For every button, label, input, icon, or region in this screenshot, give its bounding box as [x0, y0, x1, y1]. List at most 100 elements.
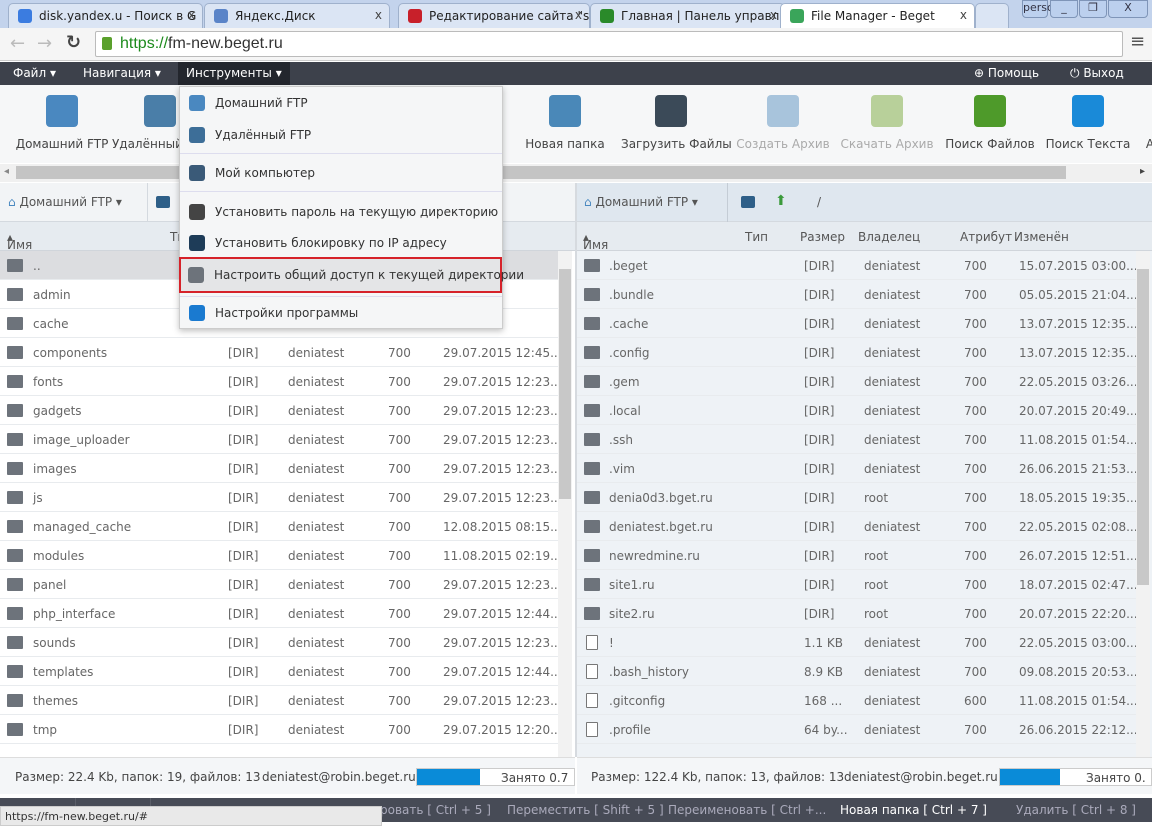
browser-tab[interactable]: Редактирование сайта "s x [398, 3, 590, 28]
file-row[interactable]: .gem [DIR] deniatest 700 22.05.2015 03:26... [577, 367, 1138, 396]
new-folder-button[interactable]: Новая папка [ Ctrl + 7 ] [840, 803, 987, 817]
file-row[interactable]: components [DIR] deniatest 700 29.07.2015 12… [0, 338, 562, 367]
tab-close-icon[interactable]: x [960, 8, 967, 22]
help-button[interactable]: ⊕ Помощь [966, 62, 1047, 85]
chrome-menu-icon[interactable]: ≡ [1130, 31, 1145, 52]
cell-size: [DIR] [804, 433, 835, 447]
cell-owner: deniatest [864, 433, 921, 447]
reload-icon[interactable]: ↻ [66, 32, 81, 53]
menu-file[interactable]: Файл ▾ [5, 62, 64, 85]
file-row[interactable]: site2.ru [DIR] root 700 20.07.2015 22:20... [577, 599, 1138, 628]
forward-icon[interactable]: → [37, 33, 52, 54]
right-scrollbar[interactable] [1136, 251, 1150, 757]
delete-button[interactable]: Удалить [ Ctrl + 8 ] [1016, 803, 1136, 817]
file-row[interactable]: modules [DIR] deniatest 700 11.08.2015 02:19… [0, 541, 562, 570]
copy-button[interactable]: ровать [ Ctrl + 5 ] [380, 803, 491, 817]
file-row[interactable]: sounds [DIR] deniatest 700 29.07.2015 12:23.… [0, 628, 562, 657]
file-row[interactable]: deniatest.bget.ru [DIR] deniatest 700 22.05.… [577, 512, 1138, 541]
minimize-button[interactable]: _ [1050, 0, 1078, 18]
server-icon[interactable] [156, 196, 170, 208]
browser-tab[interactable]: disk.yandex.u - Поиск в Gx [8, 3, 203, 28]
file-row[interactable]: image_uploader [DIR] deniatest 700 29.07.201… [0, 425, 562, 454]
file-row[interactable]: site1.ru [DIR] root 700 18.07.2015 02:47... [577, 570, 1138, 599]
file-row[interactable]: denia0d3.bget.ru [DIR] root 700 18.05.2015 1… [577, 483, 1138, 512]
menu-item-home[interactable]: Домашний FTP [180, 89, 502, 117]
menu-item-computer[interactable]: Мой компьютер [180, 159, 502, 187]
restore-button[interactable]: ❐ [1079, 0, 1107, 18]
menu-navigation[interactable]: Навигация ▾ [75, 62, 169, 85]
folder-icon [7, 375, 23, 388]
file-row[interactable]: .bundle [DIR] deniatest 700 05.05.2015 21:04… [577, 280, 1138, 309]
toolbar-button[interactable]: Скачать Архив [837, 95, 937, 151]
cell-name: cache [33, 317, 69, 331]
left-scrollbar[interactable] [558, 251, 572, 757]
file-row[interactable]: .beget [DIR] deniatest 700 15.07.2015 03:00.… [577, 251, 1138, 280]
menu-item-gear[interactable]: Настройки программы [180, 299, 502, 327]
exit-button[interactable]: ⏻ Выход [1062, 62, 1132, 85]
file-row[interactable]: tmp [DIR] deniatest 700 29.07.2015 12:20... [0, 715, 562, 744]
file-row[interactable]: .gitconfig 168 ... deniatest 600 11.08.2015 … [577, 686, 1138, 715]
browser-tab[interactable]: Яндекс.Диск x [204, 3, 390, 28]
tab-close-icon[interactable]: x [575, 8, 582, 22]
col-owner[interactable]: Владелец [858, 230, 920, 244]
file-row[interactable]: panel [DIR] deniatest 700 29.07.2015 12:23..… [0, 570, 562, 599]
server-icon[interactable] [741, 196, 755, 208]
menu-item-shared-folder[interactable]: Настроить общий доступ к текущей директо… [179, 257, 524, 293]
up-directory-icon[interactable]: ⬆ [775, 193, 787, 209]
close-window-button[interactable]: X [1108, 0, 1148, 18]
browser-tab[interactable]: Главная | Панель управл x [590, 3, 785, 28]
browser-tab[interactable]: File Manager - Beget x [780, 3, 975, 28]
tab-close-icon[interactable]: x [770, 8, 777, 22]
toolbar-button[interactable]: Поиск Файлов [940, 95, 1040, 151]
col-type[interactable]: Тип [745, 230, 768, 244]
col-name[interactable]: Имя ▴ [7, 230, 32, 252]
file-row[interactable]: js [DIR] deniatest 700 29.07.2015 12:23... [0, 483, 562, 512]
toolbar-scrollbar[interactable]: ◂ ▸ [0, 164, 1152, 182]
toolbar-button[interactable]: Загрузить Файлы [621, 95, 732, 151]
file-row[interactable]: .vim [DIR] deniatest 700 26.06.2015 21:53... [577, 454, 1138, 483]
left-location-dropdown[interactable]: ⌂ Домашний FTP ▾ [8, 195, 122, 209]
file-row[interactable]: templates [DIR] deniatest 700 29.07.2015 12:… [0, 657, 562, 686]
folder-icon [584, 578, 600, 591]
back-icon[interactable]: ← [10, 33, 25, 54]
cell-attr: 700 [964, 520, 987, 534]
right-location-dropdown[interactable]: ⌂ Домашний FTP ▾ [584, 195, 698, 209]
file-row[interactable]: .bash_history 8.9 KB deniatest 700 09.08.201… [577, 657, 1138, 686]
url-input[interactable]: https://fm-new.beget.ru [95, 31, 1123, 57]
file-row[interactable]: .profile 64 by... deniatest 700 26.06.2015 2… [577, 715, 1138, 744]
menu-item-remote-ftp[interactable]: Удалённый FTP [180, 121, 502, 149]
file-row[interactable]: managed_cache [DIR] deniatest 700 12.08.2015… [0, 512, 562, 541]
file-row[interactable]: .cache [DIR] deniatest 700 13.07.2015 12:35.… [577, 309, 1138, 338]
file-row[interactable]: .ssh [DIR] deniatest 700 11.08.2015 01:54... [577, 425, 1138, 454]
new-tab-button[interactable] [975, 3, 1009, 28]
file-row[interactable]: .local [DIR] deniatest 700 20.07.2015 20:49.… [577, 396, 1138, 425]
menu-item-lock[interactable]: Установить пароль на текущую директорию [180, 198, 502, 226]
toolbar-button[interactable]: Новая папка [515, 95, 615, 151]
folder-icon [584, 520, 600, 533]
profile-button[interactable]: person [1022, 0, 1061, 18]
file-row[interactable]: fonts [DIR] deniatest 700 29.07.2015 12:23..… [0, 367, 562, 396]
file-row[interactable]: gadgets [DIR] deniatest 700 29.07.2015 12:23… [0, 396, 562, 425]
col-name[interactable]: Имя ▴ [583, 230, 608, 252]
cell-owner: deniatest [864, 694, 921, 708]
rename-button[interactable]: Переименовать [ Ctrl +... [668, 803, 826, 817]
col-modified[interactable]: Изменён [1014, 230, 1069, 244]
file-row[interactable]: images [DIR] deniatest 700 29.07.2015 12:23.… [0, 454, 562, 483]
file-row[interactable]: .config [DIR] deniatest 700 13.07.2015 12:35… [577, 338, 1138, 367]
file-row[interactable]: ! 1.1 KB deniatest 700 22.05.2015 03:00... [577, 628, 1138, 657]
tab-close-icon[interactable]: x [188, 8, 195, 22]
file-row[interactable]: themes [DIR] deniatest 700 29.07.2015 12:23.… [0, 686, 562, 715]
col-size[interactable]: Размер [800, 230, 845, 244]
toolbar-button[interactable]: Создать Архив [733, 95, 833, 151]
cell-date: 22.05.2015 03:26... [1019, 375, 1138, 389]
menu-item-ip-block[interactable]: Установить блокировку по IP адресу [180, 229, 502, 257]
menu-tools[interactable]: Инструменты ▾ [178, 62, 290, 85]
cell-name: .config [609, 346, 650, 360]
tab-close-icon[interactable]: x [375, 8, 382, 22]
file-row[interactable]: newredmine.ru [DIR] root 700 26.07.2015 12:5… [577, 541, 1138, 570]
file-row[interactable]: php_interface [DIR] deniatest 700 29.07.2015… [0, 599, 562, 628]
toolbar-button[interactable]: Домашний FTP [12, 95, 112, 151]
col-attr[interactable]: Атрибут [960, 230, 1012, 244]
move-button[interactable]: Переместить [ Shift + 5 ] [507, 803, 664, 817]
toolbar-button[interactable]: А [1100, 95, 1152, 151]
